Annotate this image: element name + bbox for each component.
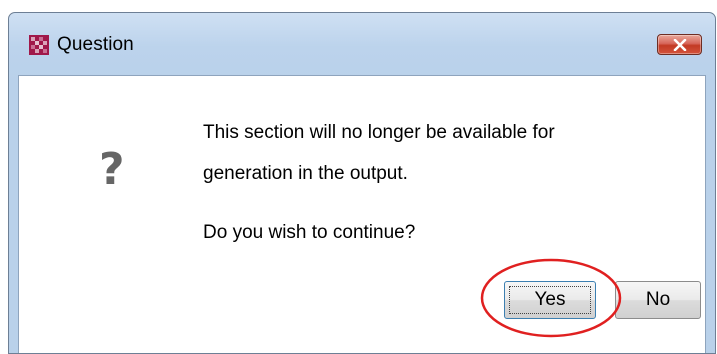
dialog-body: ? This section will no longer be availab… <box>18 75 706 353</box>
title-bar[interactable]: Question <box>9 13 715 75</box>
no-button-label: No <box>645 289 671 310</box>
no-button[interactable]: No <box>615 281 701 319</box>
yes-button-label: Yes <box>534 289 566 310</box>
message-line-2: generation in the output. <box>203 163 408 184</box>
close-icon <box>673 38 686 51</box>
continue-prompt: Do you wish to continue? <box>203 222 416 243</box>
window-title: Question <box>57 34 134 55</box>
dialog-window: Question ? This section will no longer b… <box>8 12 716 354</box>
app-logo-icon <box>29 35 49 55</box>
close-button[interactable] <box>657 34 702 55</box>
yes-button[interactable]: Yes <box>504 281 596 319</box>
question-mark-icon: ? <box>99 144 125 195</box>
message-line-1: This section will no longer be available… <box>203 122 555 143</box>
screen: Question ? This section will no longer b… <box>0 0 717 354</box>
